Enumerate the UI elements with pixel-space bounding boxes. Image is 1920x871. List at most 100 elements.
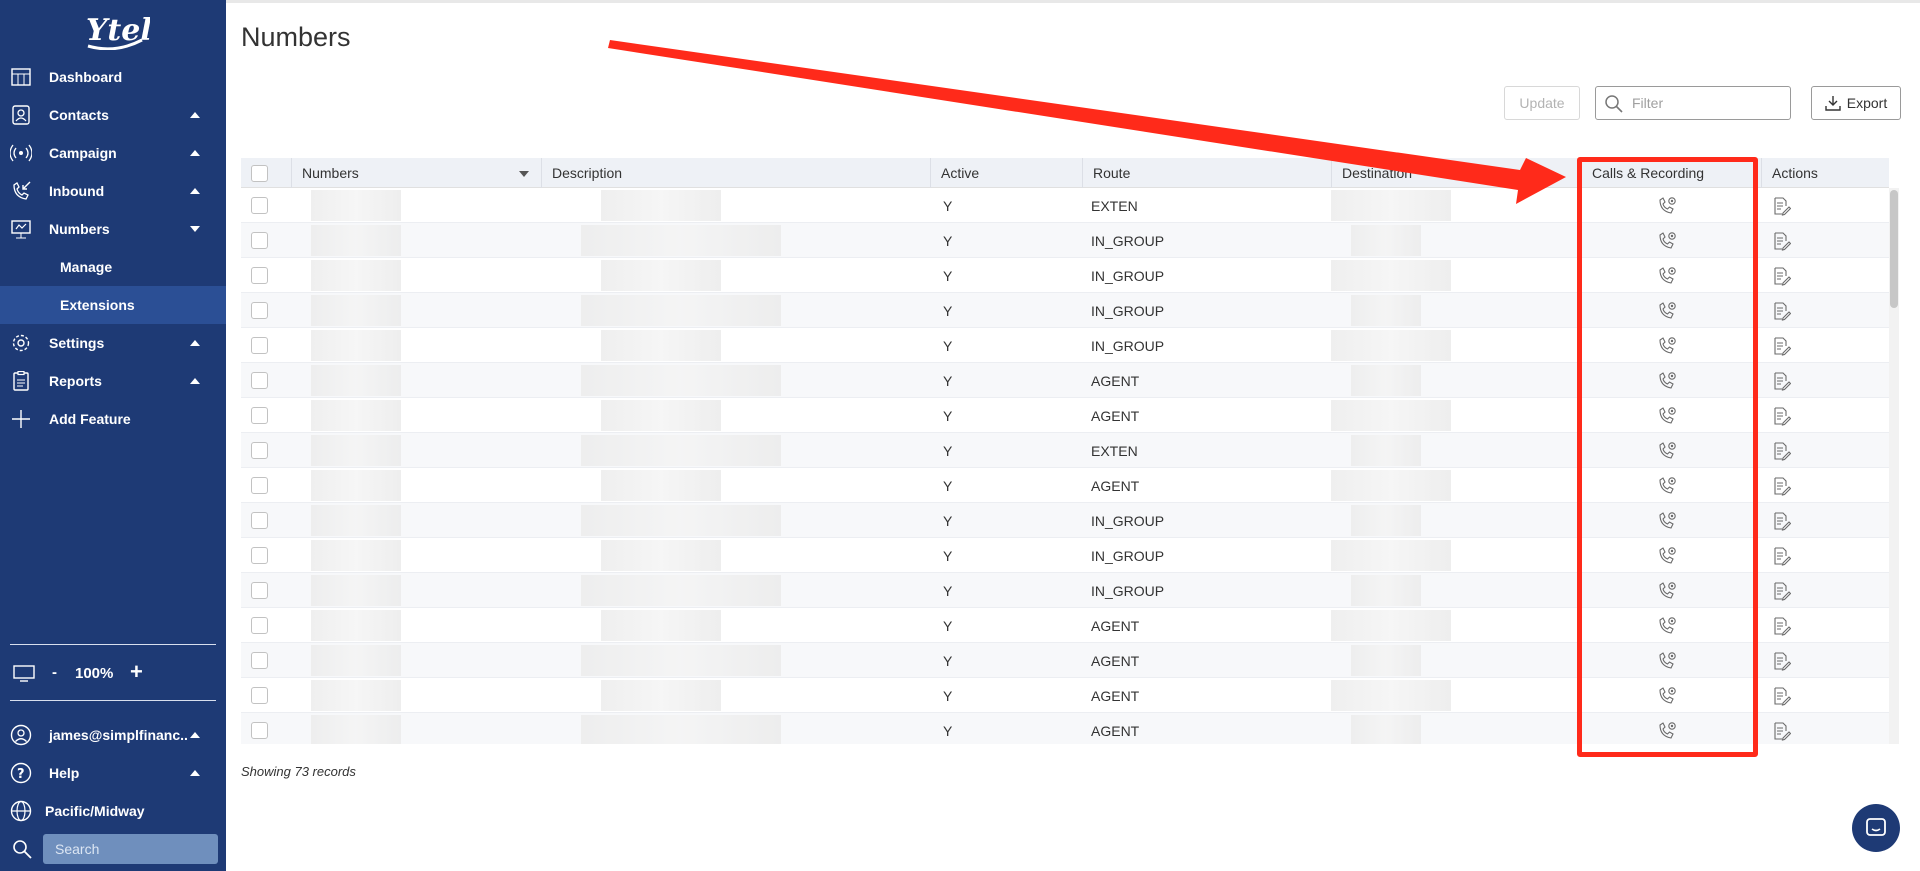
edit-document-icon[interactable] bbox=[1771, 441, 1792, 461]
calls-recording-icon[interactable] bbox=[1657, 301, 1677, 321]
sidebar-item-inbound[interactable]: Inbound bbox=[0, 172, 226, 210]
update-button[interactable]: Update bbox=[1504, 86, 1580, 120]
zoom-out-button[interactable]: - bbox=[52, 664, 57, 681]
sidebar-item-numbers[interactable]: Numbers bbox=[0, 210, 226, 248]
edit-document-icon[interactable] bbox=[1771, 616, 1792, 636]
edit-document-icon[interactable] bbox=[1771, 686, 1792, 706]
cell-active: Y bbox=[943, 687, 953, 704]
sidebar-subitem-manage[interactable]: Manage bbox=[0, 248, 226, 286]
chat-launcher-button[interactable] bbox=[1852, 804, 1900, 852]
row-checkbox[interactable] bbox=[251, 407, 268, 424]
table-row: Y IN_GROUP bbox=[241, 328, 1889, 363]
column-header-calls-recording[interactable]: Calls & Recording bbox=[1581, 158, 1761, 188]
calls-recording-icon[interactable] bbox=[1657, 686, 1677, 706]
cell-route: AGENT bbox=[1091, 407, 1140, 424]
cell-active: Y bbox=[943, 477, 953, 494]
calls-recording-icon[interactable] bbox=[1657, 511, 1677, 531]
filter-input[interactable] bbox=[1632, 93, 1782, 113]
dashboard-icon bbox=[11, 68, 31, 86]
table-row: Y AGENT bbox=[241, 468, 1889, 503]
calls-recording-icon[interactable] bbox=[1657, 196, 1677, 216]
column-header-label: Numbers bbox=[302, 165, 359, 181]
sidebar-item-reports[interactable]: Reports bbox=[0, 362, 226, 400]
edit-document-icon[interactable] bbox=[1771, 336, 1792, 356]
timezone-selector[interactable]: Pacific/Midway bbox=[0, 796, 226, 826]
edit-document-icon[interactable] bbox=[1771, 196, 1792, 216]
calls-recording-icon[interactable] bbox=[1657, 231, 1677, 251]
calls-recording-icon[interactable] bbox=[1657, 266, 1677, 286]
user-menu[interactable]: james@simplfinanc.. bbox=[0, 720, 226, 750]
calls-recording-icon[interactable] bbox=[1657, 721, 1677, 741]
sidebar-nav: Dashboard Contacts Campaign Inbound Numb… bbox=[0, 58, 226, 438]
edit-document-icon[interactable] bbox=[1771, 476, 1792, 496]
table-row: Y AGENT bbox=[241, 678, 1889, 713]
edit-document-icon[interactable] bbox=[1771, 511, 1792, 531]
redacted-cell bbox=[601, 540, 721, 571]
column-header-description[interactable]: Description bbox=[541, 158, 930, 188]
calls-recording-icon[interactable] bbox=[1657, 581, 1677, 601]
row-checkbox[interactable] bbox=[251, 722, 268, 739]
redacted-cell bbox=[1331, 190, 1451, 221]
edit-document-icon[interactable] bbox=[1771, 721, 1792, 741]
row-checkbox[interactable] bbox=[251, 687, 268, 704]
sidebar-subitem-extensions[interactable]: Extensions bbox=[0, 286, 226, 324]
table-scrollbar[interactable] bbox=[1889, 188, 1899, 744]
redacted-cell bbox=[1331, 330, 1451, 361]
cell-route: AGENT bbox=[1091, 687, 1140, 704]
calls-recording-icon[interactable] bbox=[1657, 651, 1677, 671]
calls-recording-icon[interactable] bbox=[1657, 616, 1677, 636]
row-checkbox[interactable] bbox=[251, 267, 268, 284]
column-header-numbers[interactable]: Numbers bbox=[291, 158, 541, 188]
calls-recording-icon[interactable] bbox=[1657, 441, 1677, 461]
edit-document-icon[interactable] bbox=[1771, 371, 1792, 391]
row-checkbox[interactable] bbox=[251, 652, 268, 669]
row-checkbox[interactable] bbox=[251, 582, 268, 599]
sidebar-item-add-feature[interactable]: Add Feature bbox=[0, 400, 226, 438]
calls-recording-icon[interactable] bbox=[1657, 371, 1677, 391]
cell-route: AGENT bbox=[1091, 617, 1140, 634]
row-checkbox[interactable] bbox=[251, 372, 268, 389]
column-header-route[interactable]: Route bbox=[1082, 158, 1331, 188]
calls-recording-icon[interactable] bbox=[1657, 406, 1677, 426]
sidebar-item-campaign[interactable]: Campaign bbox=[0, 134, 226, 172]
row-checkbox[interactable] bbox=[251, 337, 268, 354]
edit-document-icon[interactable] bbox=[1771, 406, 1792, 426]
row-checkbox[interactable] bbox=[251, 547, 268, 564]
column-header-active[interactable]: Active bbox=[930, 158, 1082, 188]
row-checkbox[interactable] bbox=[251, 617, 268, 634]
calls-recording-icon[interactable] bbox=[1657, 476, 1677, 496]
edit-document-icon[interactable] bbox=[1771, 266, 1792, 286]
edit-document-icon[interactable] bbox=[1771, 546, 1792, 566]
edit-document-icon[interactable] bbox=[1771, 301, 1792, 321]
column-header-destination[interactable]: Destination bbox=[1331, 158, 1581, 188]
select-all-checkbox[interactable] bbox=[251, 164, 268, 182]
sidebar-item-settings[interactable]: Settings bbox=[0, 324, 226, 362]
calls-recording-icon[interactable] bbox=[1657, 336, 1677, 356]
sidebar-search-input[interactable] bbox=[43, 834, 218, 864]
sort-down-icon[interactable] bbox=[519, 171, 529, 177]
calls-recording-icon[interactable] bbox=[1657, 546, 1677, 566]
row-checkbox[interactable] bbox=[251, 512, 268, 529]
user-email: james@simplfinanc.. bbox=[49, 727, 188, 743]
redacted-cell bbox=[311, 540, 401, 571]
zoom-in-button[interactable]: + bbox=[130, 659, 143, 685]
help-menu[interactable]: ? Help bbox=[0, 758, 226, 788]
edit-document-icon[interactable] bbox=[1771, 651, 1792, 671]
chevron-up-icon bbox=[190, 378, 200, 384]
row-checkbox[interactable] bbox=[251, 442, 268, 459]
redacted-cell bbox=[601, 190, 721, 221]
sidebar-item-dashboard[interactable]: Dashboard bbox=[0, 58, 226, 96]
row-checkbox[interactable] bbox=[251, 477, 268, 494]
edit-document-icon[interactable] bbox=[1771, 581, 1792, 601]
sidebar-item-contacts[interactable]: Contacts bbox=[0, 96, 226, 134]
scrollbar-thumb[interactable] bbox=[1890, 190, 1898, 308]
edit-document-icon[interactable] bbox=[1771, 231, 1792, 251]
redacted-cell bbox=[601, 610, 721, 641]
sidebar-subitem-label: Manage bbox=[60, 259, 113, 275]
sidebar-item-label: Settings bbox=[49, 335, 105, 351]
row-checkbox[interactable] bbox=[251, 232, 268, 249]
export-button[interactable]: Export bbox=[1811, 86, 1901, 120]
ytel-logo[interactable]: Ytel bbox=[80, 10, 150, 50]
row-checkbox[interactable] bbox=[251, 302, 268, 319]
row-checkbox[interactable] bbox=[251, 197, 268, 214]
